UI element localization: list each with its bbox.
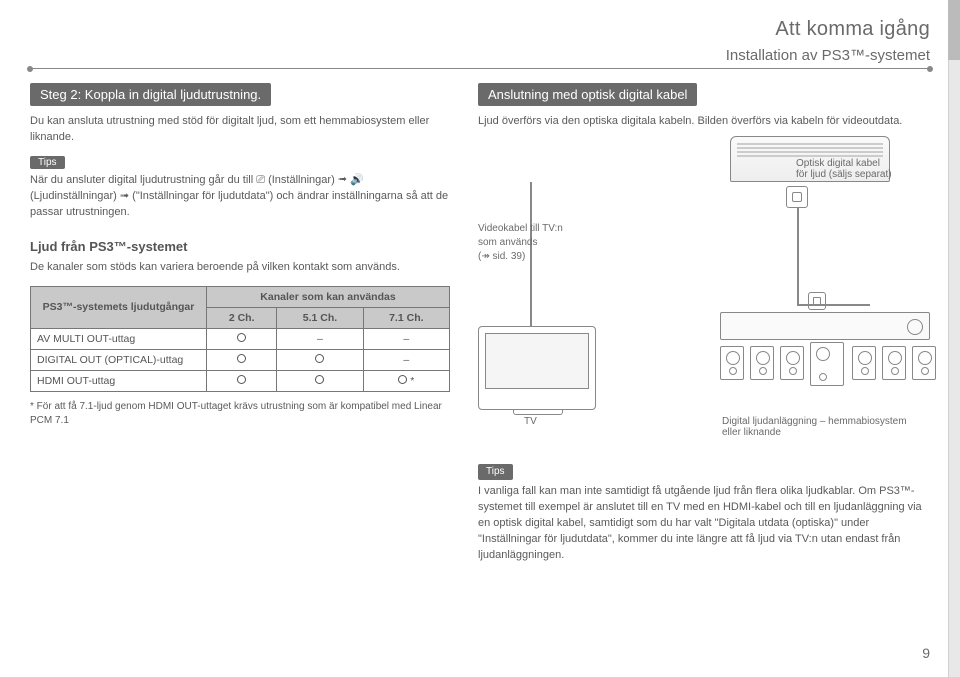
step-heading: Steg 2: Koppla in digital ljudutrustning… [30, 83, 271, 106]
intro-text: Du kan ansluta utrustning med stöd för d… [30, 114, 450, 146]
th-71ch: 7.1 Ch. [363, 307, 449, 328]
tv-label: TV [524, 416, 537, 427]
optical-cable-line [797, 208, 799, 304]
optical-connector-icon [786, 186, 808, 208]
connection-diagram: Optisk digital kabel för ljud (säljs sep… [478, 136, 930, 416]
audio-section-body: De kanaler som stöds kan variera beroend… [30, 260, 450, 276]
right-heading: Anslutning med optisk digital kabel [478, 83, 697, 106]
table-footnote: * För att få 7.1-ljud genom HDMI OUT-utt… [30, 400, 450, 428]
table-row: AV MULTI OUT-uttag – – [31, 328, 450, 349]
table-row: HDMI OUT-uttag * [31, 370, 450, 391]
supported-icon [398, 375, 407, 384]
supported-icon [237, 375, 246, 384]
tips-badge-2: Tips [478, 464, 513, 481]
section-title: Installation av PS3™-systemet [30, 47, 930, 64]
supported-icon [315, 375, 324, 384]
tips-body-2: I vanliga fall kan man inte samtidigt få… [478, 484, 930, 564]
supported-icon [237, 354, 246, 363]
divider [30, 68, 930, 69]
right-intro: Ljud överförs via den optiska digitala k… [478, 114, 930, 130]
page-number: 9 [922, 645, 930, 661]
video-cable-label: Videokabel till TV:n som används (↠ sid.… [478, 222, 563, 264]
supported-icon [315, 354, 324, 363]
th-channels-group: Kanaler som kan användas [206, 286, 449, 307]
chapter-title: Att komma igång [30, 18, 930, 41]
channels-table: PS3™-systemets ljudutgångar Kanaler som … [30, 286, 450, 392]
supported-icon [237, 333, 246, 342]
table-row: DIGITAL OUT (OPTICAL)-uttag – [31, 349, 450, 370]
th-2ch: 2 Ch. [206, 307, 276, 328]
optical-cable-label: Optisk digital kabel för ljud (säljs sep… [796, 158, 936, 180]
th-51ch: 5.1 Ch. [277, 307, 363, 328]
th-outputs: PS3™-systemets ljudutgångar [31, 286, 207, 328]
amplifier-label: Digital ljudanläggning – hemmabiosystem … [722, 416, 922, 438]
tips-badge: Tips [30, 156, 65, 169]
tv-icon [478, 326, 596, 410]
amplifier-icon [720, 312, 930, 382]
tips-body: När du ansluter digital ljudutrustning g… [30, 173, 450, 221]
audio-section-heading: Ljud från PS3™-systemet [30, 239, 450, 254]
